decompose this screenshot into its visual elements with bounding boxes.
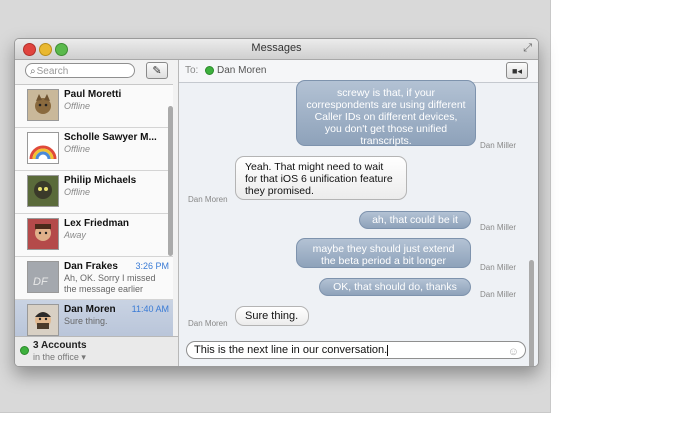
message-bubble-outgoing: maybe they should just extend the beta p… (296, 238, 471, 268)
avatar: DF (27, 261, 59, 293)
conversation-name: Dan Moren (64, 304, 116, 315)
conversation-name: Philip Michaels (64, 175, 137, 186)
chat-scrollbar[interactable] (529, 260, 534, 366)
conversation-item[interactable]: Philip Michaels Offline (15, 171, 173, 214)
conversation-time: 11:40 AM (131, 304, 169, 314)
title-bar: Messages ⤢ (15, 39, 538, 60)
chat-pane: To: Dan Moren ■◂ screwy is that, if your… (179, 60, 538, 366)
sidebar-scrollbar[interactable] (168, 106, 173, 256)
message-bubble-incoming: Sure thing. (235, 306, 309, 326)
avatar (27, 175, 59, 207)
recipient-name[interactable]: Dan Moren (217, 65, 266, 76)
conversation-preview: Ah, OK. Sorry I missed the message earli… (64, 273, 156, 294)
accounts-title: 3 Accounts (33, 340, 87, 351)
message-bubble-outgoing: screwy is that, if your correspondents a… (296, 80, 476, 147)
video-call-button[interactable]: ■◂ (506, 62, 528, 79)
message-sender: Dan Miller (480, 263, 517, 272)
conversation-name: Lex Friedman (64, 218, 130, 229)
message-sender: Dan Miller (480, 141, 517, 150)
message-input-text: This is the next line in our conversatio… (194, 344, 388, 356)
avatar-initials: DF (33, 276, 48, 288)
conversation-item[interactable]: Scholle Sawyer M... Offline (15, 128, 173, 171)
conversation-name: Paul Moretti (64, 89, 122, 100)
avatar (27, 218, 59, 250)
conversation-status: Offline (64, 101, 91, 111)
conversation-list: Paul Moretti Offline Scholle Sawyer M...… (15, 84, 173, 343)
search-icon: ⌕ (30, 66, 36, 77)
conversation-item[interactable]: Lex Friedman Away (15, 214, 173, 257)
message-sender: Dan Moren (188, 319, 228, 328)
search-placeholder: Search (36, 66, 69, 77)
accounts-subtitle: in the office ▾ (33, 352, 86, 362)
conversation-item[interactable]: Paul Moretti Offline (15, 85, 173, 128)
conversation-name: Dan Frakes (64, 261, 118, 272)
conversation-status: Offline (64, 187, 91, 197)
conversation-time: 3:26 PM (135, 261, 169, 271)
avatar (27, 89, 59, 121)
message-bubble-outgoing: ah, that could be it (359, 211, 471, 229)
chevron-down-icon: ▾ (81, 352, 86, 362)
message-sender: Dan Moren (188, 195, 228, 204)
emoji-icon[interactable]: ☺ (508, 344, 519, 360)
text-caret (387, 344, 389, 356)
search-input[interactable]: ⌕Search (25, 63, 135, 78)
avatar (27, 132, 59, 164)
accounts-status[interactable]: 3 Accounts in the office ▾ (15, 336, 178, 366)
conversation-item[interactable]: DF Dan Frakes 3:26 PM Ah, OK. Sorry I mi… (15, 257, 173, 300)
message-input[interactable]: This is the next line in our conversatio… (186, 341, 526, 359)
online-status-icon (205, 66, 214, 75)
conversation-status: Away (64, 230, 86, 240)
message-sender: Dan Miller (480, 290, 517, 299)
message-sender: Dan Miller (480, 223, 517, 232)
video-icon: ■◂ (512, 66, 522, 76)
compose-icon: ✎ (152, 65, 162, 77)
conversation-status: Offline (64, 144, 91, 154)
fullscreen-icon[interactable]: ⤢ (523, 42, 532, 55)
message-bubble-outgoing: OK, that should do, thanks (319, 278, 471, 296)
to-label: To: (185, 65, 199, 76)
message-bubble-incoming: Yeah. That might need to wait for that i… (235, 156, 407, 200)
conversation-name: Scholle Sawyer M... (64, 132, 157, 143)
compose-button[interactable]: ✎ (146, 62, 168, 79)
avatar (27, 304, 59, 336)
sidebar: ⌕Search ✎ Paul Moretti Offline Scholle S… (15, 60, 179, 366)
online-status-icon (20, 346, 29, 355)
window-title: Messages (251, 42, 302, 54)
conversation-preview: Sure thing. (64, 316, 108, 326)
messages-window: Messages ⤢ ⌕Search ✎ Paul Moretti Offlin… (14, 38, 539, 367)
